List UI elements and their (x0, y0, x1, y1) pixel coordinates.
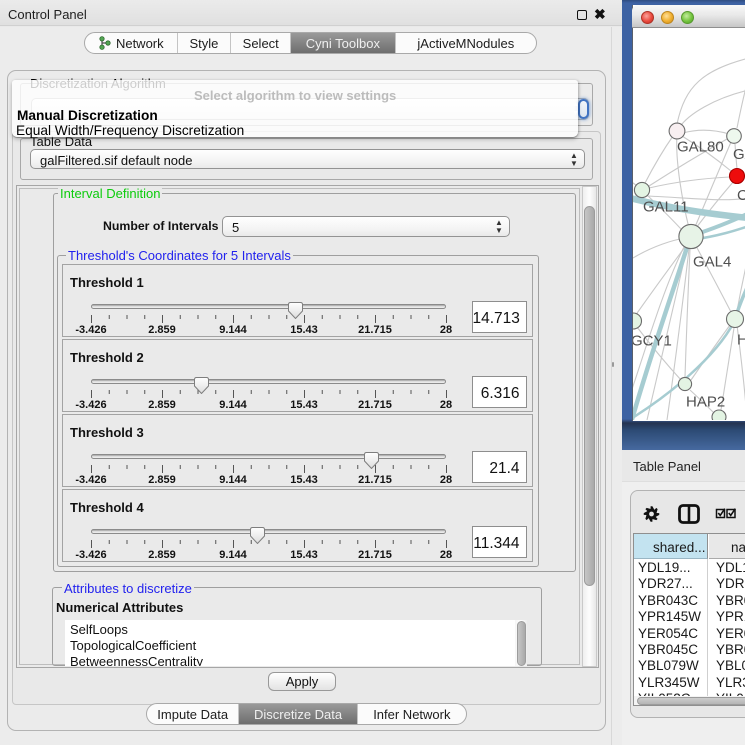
svg-text:GAL4: GAL4 (693, 254, 731, 271)
svg-text:GA: GA (733, 146, 745, 163)
svg-text:GAL80: GAL80 (677, 139, 724, 156)
svg-text:C: C (737, 187, 745, 204)
svg-text:H: H (737, 332, 745, 349)
svg-text:GAL11: GAL11 (643, 199, 689, 216)
svg-text:GCY1: GCY1 (633, 333, 672, 350)
svg-text:HAP2: HAP2 (686, 394, 725, 411)
